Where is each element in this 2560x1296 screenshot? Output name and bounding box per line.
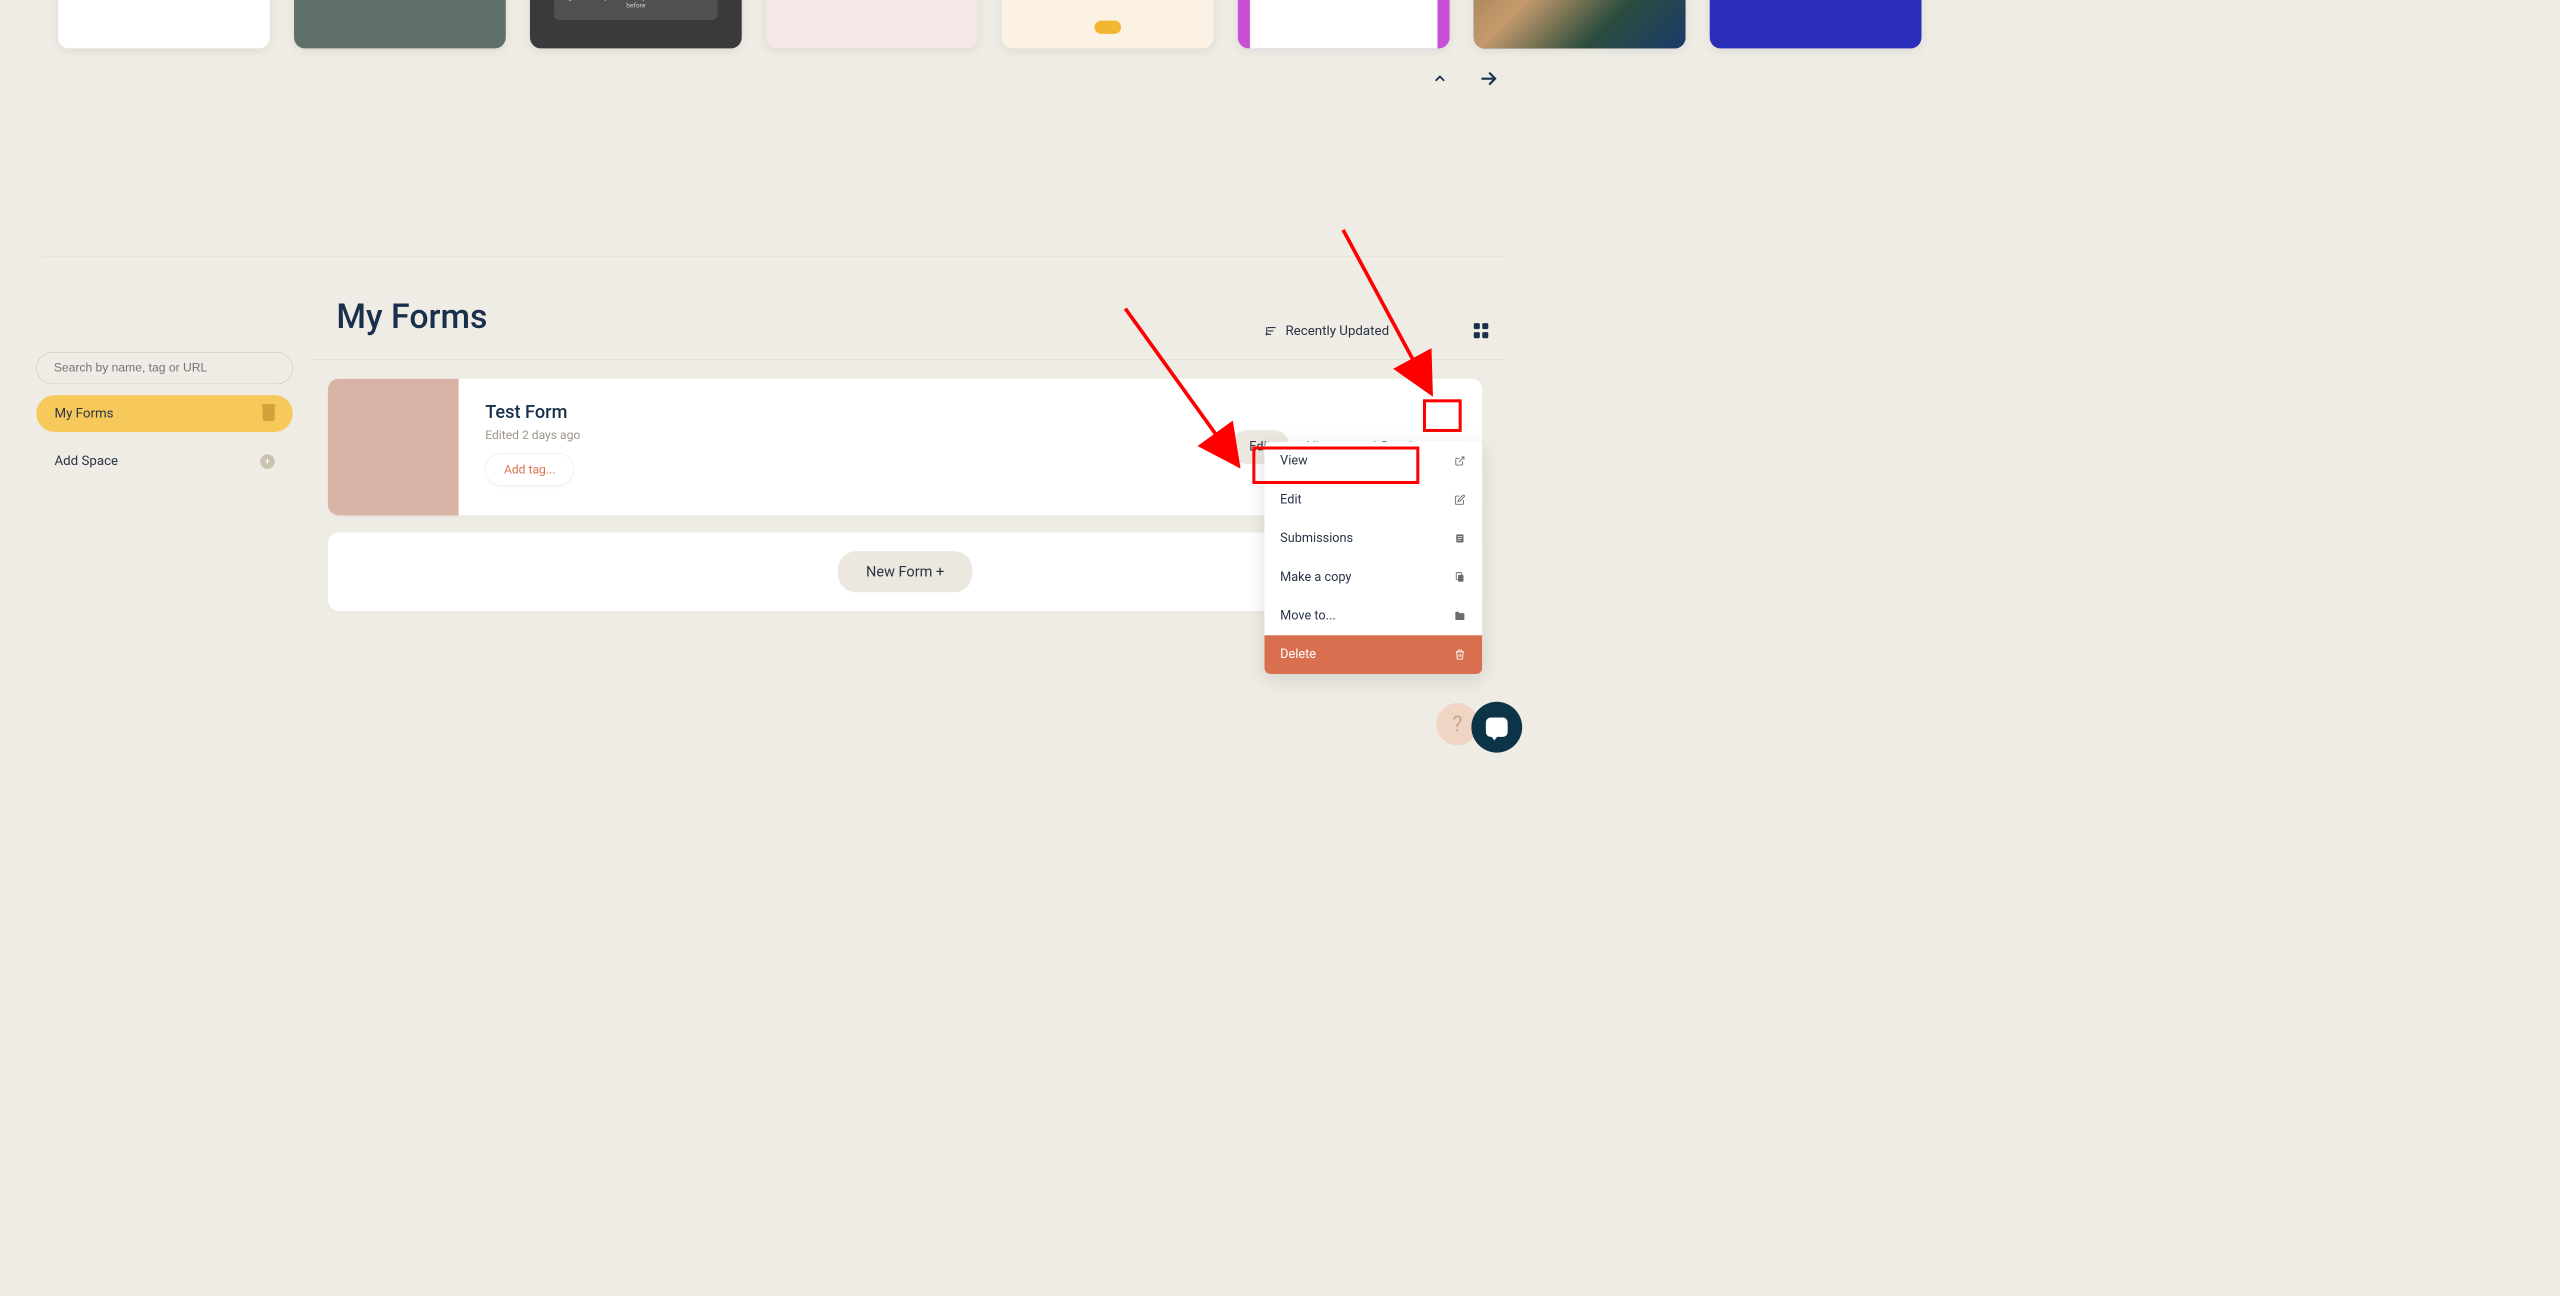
sort-button[interactable]: Recently Updated <box>1265 323 1389 338</box>
cup-icon <box>263 406 275 421</box>
templates-prev-button[interactable] <box>1428 67 1452 91</box>
menu-item-copy[interactable]: Make a copy <box>1264 558 1482 597</box>
external-link-icon <box>1453 454 1466 467</box>
chat-button[interactable] <box>1471 702 1522 753</box>
templates-next-button[interactable] <box>1476 67 1500 91</box>
template-card[interactable] <box>1002 0 1214 48</box>
search-input[interactable] <box>54 361 275 375</box>
template-subtext: get to know yourself and your brand like… <box>560 0 711 9</box>
menu-item-edit[interactable]: Edit <box>1264 480 1482 519</box>
folder-icon <box>1453 609 1466 622</box>
annotation-box <box>1423 399 1462 432</box>
sidebar-item-label: Add Space <box>54 454 118 469</box>
trash-icon <box>1453 648 1466 661</box>
template-card[interactable]: Email* What are you looking for?* <box>1710 0 1922 48</box>
menu-item-move[interactable]: Move to... <box>1264 597 1482 636</box>
sidebar-item-label: My Forms <box>54 406 113 421</box>
new-form-button[interactable]: New Form + <box>838 551 972 592</box>
templates-row: "getting to know you" get to know yourse… <box>58 0 1921 48</box>
sidebar-item-add-space[interactable]: Add Space + <box>36 443 293 480</box>
sidebar-item-my-forms[interactable]: My Forms <box>36 395 293 432</box>
question-icon: ? <box>1452 711 1462 736</box>
plus-icon: + <box>260 454 275 469</box>
template-card[interactable] <box>294 0 506 48</box>
form-thumbnail[interactable] <box>328 379 459 516</box>
template-card[interactable]: Female Other Date of Birth* <box>1238 0 1450 48</box>
template-card[interactable] <box>766 0 978 48</box>
template-pill <box>1094 21 1121 34</box>
form-title[interactable]: Test Form <box>485 402 1192 423</box>
form-meta: Edited 2 days ago <box>485 428 1192 443</box>
sidebar: My Forms Add Space + <box>36 352 293 480</box>
copy-icon <box>1453 571 1466 584</box>
page-title: My Forms <box>336 296 487 336</box>
annotation-arrow <box>1337 224 1446 399</box>
edit-icon <box>1453 493 1466 506</box>
template-card[interactable]: "getting to know you" get to know yourse… <box>530 0 742 48</box>
divider <box>309 359 1508 360</box>
chat-icon <box>1486 718 1508 737</box>
menu-item-delete[interactable]: Delete <box>1264 635 1482 674</box>
section-divider <box>41 257 1508 258</box>
menu-item-submissions[interactable]: Submissions <box>1264 519 1482 558</box>
template-card[interactable] <box>1474 0 1686 48</box>
template-card[interactable] <box>58 0 270 48</box>
sort-label: Recently Updated <box>1285 323 1389 338</box>
search-wrap <box>36 352 293 384</box>
list-icon <box>1453 532 1466 545</box>
annotation-box <box>1252 446 1419 484</box>
add-tag-button[interactable]: Add tag... <box>485 453 574 486</box>
grid-view-toggle[interactable] <box>1474 323 1490 339</box>
